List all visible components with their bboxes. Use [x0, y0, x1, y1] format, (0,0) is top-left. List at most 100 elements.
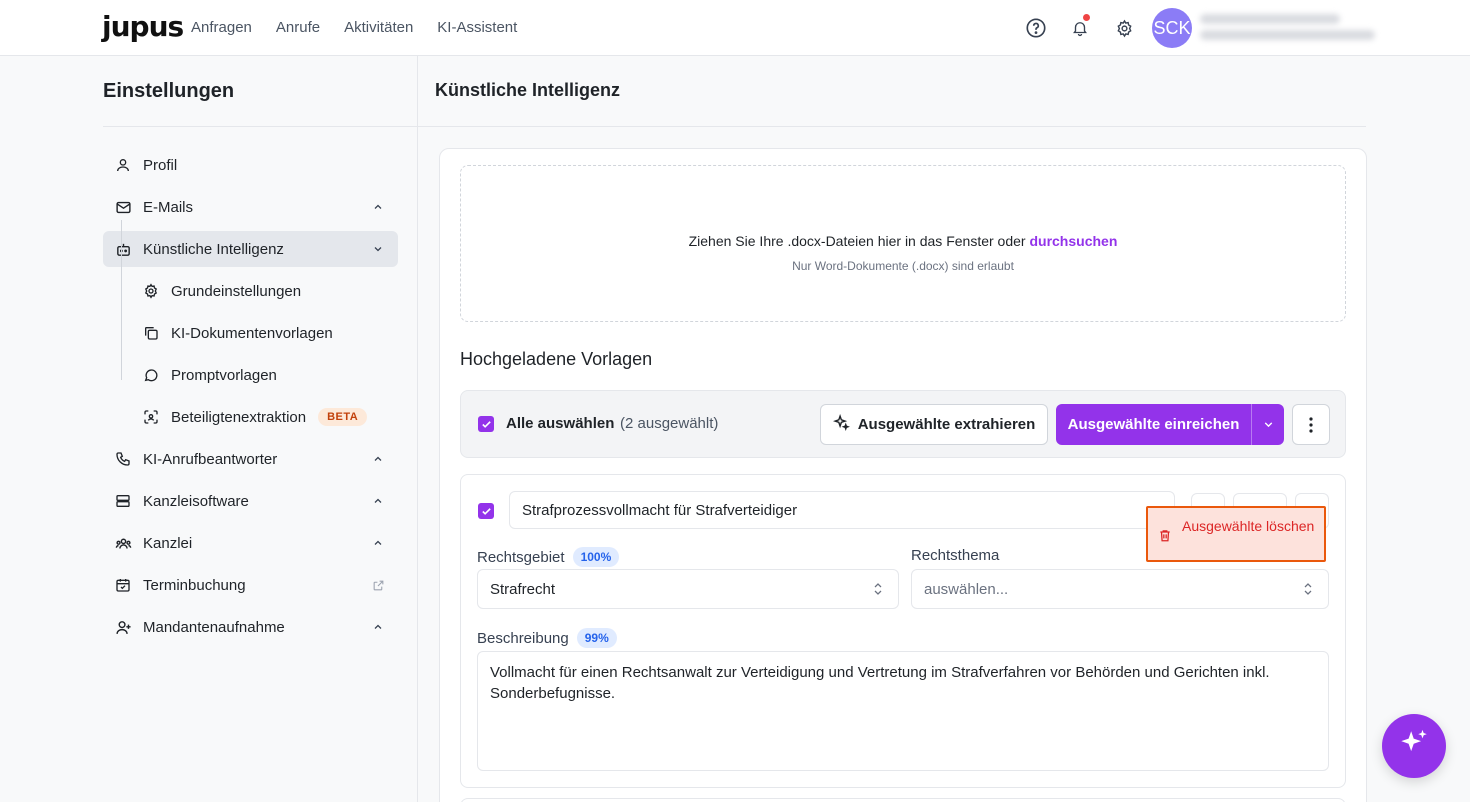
- rechtsthema-select[interactable]: auswählen...: [911, 569, 1329, 609]
- rechtsthema-label: Rechtsthema: [911, 547, 1000, 564]
- nav-aktivitaeten[interactable]: Aktivitäten: [344, 19, 413, 36]
- rechtsthema-placeholder: auswählen...: [924, 580, 1009, 598]
- rechtsgebiet-select[interactable]: Strafrecht: [477, 569, 899, 609]
- sidebar-item-kanzleisoftware[interactable]: Kanzleisoftware: [103, 483, 398, 519]
- more-options-icon[interactable]: [1292, 404, 1330, 445]
- page-title: Künstliche Intelligenz: [435, 80, 621, 100]
- chevron-up-icon[interactable]: [370, 199, 386, 215]
- sparkle-icon: [832, 413, 850, 435]
- sidebar-item-kuenstliche-intelligenz[interactable]: Künstliche Intelligenz: [103, 231, 398, 267]
- external-link-icon[interactable]: [370, 577, 386, 593]
- confidence-badge: 99%: [576, 628, 617, 648]
- rechtsgebiet-label-text: Rechtsgebiet: [477, 548, 565, 566]
- sidebar-item-emails[interactable]: E-Mails: [103, 189, 398, 225]
- chevron-up-icon[interactable]: [370, 493, 386, 509]
- calendar-check-icon: [103, 577, 143, 593]
- nav-anrufe[interactable]: Anrufe: [276, 19, 320, 36]
- sparkle-icon: [1397, 727, 1431, 766]
- sidebar-item-label: Mandantenaufnahme: [143, 618, 285, 636]
- sidebar-item-label: KI-Anrufbeantworter: [143, 450, 278, 468]
- robot-icon: [103, 241, 143, 258]
- sidebar-item-label: Kanzlei: [143, 534, 193, 552]
- delete-selected-popover[interactable]: Ausgewählte löschen: [1146, 506, 1326, 562]
- select-all-label[interactable]: Alle auswählen: [506, 415, 614, 432]
- beschreibung-textarea[interactable]: Vollmacht für einen Rechtsanwalt zur Ver…: [477, 651, 1329, 771]
- submit-selected-label[interactable]: Ausgewählte einreichen: [1056, 404, 1252, 445]
- file-dropzone[interactable]: Ziehen Sie Ihre .docx-Dateien hier in da…: [460, 165, 1346, 322]
- chevron-down-icon[interactable]: [370, 241, 386, 257]
- sidebar-subitem-label: Beteiligtenextraktion: [171, 408, 307, 426]
- gear-icon: [131, 283, 171, 299]
- top-navbar: jupus Anfragen Anrufe Aktivitäten KI-Ass…: [0, 0, 1470, 56]
- gear-icon[interactable]: [1112, 16, 1136, 40]
- template-checkbox[interactable]: [478, 503, 494, 519]
- avatar[interactable]: SCK: [1152, 8, 1192, 48]
- sidebar-item-kanzlei[interactable]: Kanzlei: [103, 525, 398, 561]
- sidebar-item-profil[interactable]: Profil: [103, 147, 398, 183]
- section-title: Hochgeladene Vorlagen: [460, 349, 653, 369]
- sidebar-subitem-promptvorlagen[interactable]: Promptvorlagen: [131, 357, 277, 393]
- sidebar-item-label: Künstliche Intelligenz: [143, 240, 284, 258]
- submit-selected-button[interactable]: Ausgewählte einreichen: [1056, 404, 1284, 445]
- notification-dot: [1083, 14, 1090, 21]
- main-nav: Anfragen Anrufe Aktivitäten KI-Assistent: [191, 19, 517, 36]
- beschreibung-label-text: Beschreibung: [477, 629, 569, 647]
- dropzone-instruction: Ziehen Sie Ihre .docx-Dateien hier in da…: [688, 233, 1030, 249]
- sidebar-subitem-label: Promptvorlagen: [171, 366, 277, 384]
- sidebar-subitem-ki-dokumentenvorlagen[interactable]: KI-Dokumentenvorlagen: [131, 315, 333, 351]
- selected-count: (2 ausgewählt): [620, 415, 719, 432]
- confidence-badge: 100%: [572, 547, 620, 567]
- beta-badge: BETA: [318, 408, 368, 426]
- browse-link[interactable]: durchsuchen: [1029, 233, 1117, 249]
- help-icon[interactable]: [1024, 16, 1048, 40]
- delete-selected-menu-item[interactable]: Ausgewählte löschen: [1150, 510, 1322, 546]
- submenu-guide-line: [121, 220, 122, 380]
- delete-selected-label: Ausgewählte löschen: [1182, 518, 1315, 534]
- sidebar-item-label: Kanzleisoftware: [143, 492, 249, 510]
- sidebar-subitem-label: Grundeinstellungen: [171, 282, 302, 300]
- chevron-down-icon[interactable]: [1252, 404, 1284, 445]
- bulk-actions-toolbar: Alle auswählen (2 ausgewählt) Ausgewählt…: [460, 390, 1346, 458]
- chevron-up-down-icon: [1302, 582, 1314, 600]
- scan-face-icon: [131, 409, 171, 425]
- trash-icon: [1158, 528, 1172, 548]
- beschreibung-label: Beschreibung 99%: [477, 628, 617, 648]
- nav-ki-assistent[interactable]: KI-Assistent: [437, 19, 517, 36]
- nav-anfragen[interactable]: Anfragen: [191, 19, 252, 36]
- mail-icon: [103, 199, 143, 216]
- sidebar-item-label: E-Mails: [143, 198, 194, 216]
- chat-bubble-icon: [131, 367, 171, 383]
- ai-assistant-fab[interactable]: [1382, 714, 1446, 778]
- dropzone-hint: Nur Word-Dokumente (.docx) sind erlaubt: [792, 259, 1014, 273]
- user-icon: [103, 157, 143, 173]
- user-plus-icon: [103, 619, 143, 636]
- phone-icon: [103, 451, 143, 467]
- sidebar-item-mandantenaufnahme[interactable]: Mandantenaufnahme: [103, 609, 398, 645]
- select-all-checkbox[interactable]: [478, 416, 494, 432]
- sidebar-item-label: Terminbuchung: [143, 576, 246, 594]
- rechtsgebiet-value: Strafrecht: [490, 580, 556, 598]
- sidebar-subitem-label: KI-Dokumentenvorlagen: [171, 324, 333, 342]
- team-icon: [103, 535, 143, 552]
- copy-icon: [131, 325, 171, 341]
- chevron-up-icon[interactable]: [370, 535, 386, 551]
- user-info-redacted: [1200, 14, 1375, 44]
- chevron-up-icon[interactable]: [370, 451, 386, 467]
- next-template-card: [460, 798, 1346, 802]
- rechtsgebiet-label: Rechtsgebiet 100%: [477, 547, 620, 567]
- chevron-up-down-icon: [872, 582, 884, 600]
- sidebar-subitem-grundeinstellungen[interactable]: Grundeinstellungen: [131, 273, 301, 309]
- app-logo[interactable]: jupus: [102, 10, 184, 43]
- chevron-up-icon[interactable]: [370, 619, 386, 635]
- sidebar-item-terminbuchung[interactable]: Terminbuchung: [103, 567, 398, 603]
- server-icon: [103, 493, 143, 509]
- main-divider: [418, 126, 1366, 127]
- extract-selected-label: Ausgewählte extrahieren: [857, 416, 1036, 433]
- extract-selected-button[interactable]: Ausgewählte extrahieren: [820, 404, 1048, 445]
- sidebar-item-ki-anrufbeantworter[interactable]: KI-Anrufbeantworter: [103, 441, 398, 477]
- bell-icon[interactable]: [1068, 14, 1092, 40]
- sidebar-subitem-beteiligtenextraktion[interactable]: Beteiligtenextraktion BETA: [131, 399, 368, 435]
- dropzone-text: Ziehen Sie Ihre .docx-Dateien hier in da…: [461, 233, 1345, 249]
- sidebar-divider: [103, 126, 418, 127]
- template-name-input[interactable]: Strafprozessvollmacht für Strafverteidig…: [509, 491, 1175, 529]
